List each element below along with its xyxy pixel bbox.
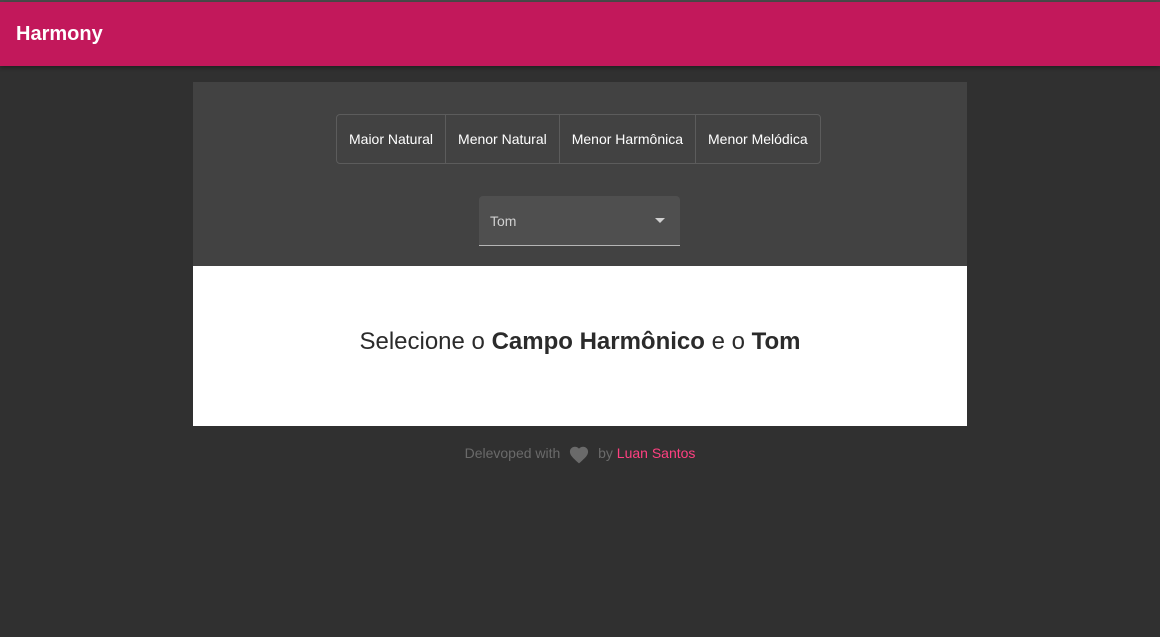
footer-by: by xyxy=(598,445,613,461)
instruction-message: Selecione o Campo Harmônico e o Tom xyxy=(193,326,967,358)
message-prefix: Selecione o xyxy=(359,328,492,355)
result-card: Selecione o Campo Harmônico e o Tom xyxy=(193,266,967,426)
chevron-down-icon xyxy=(655,218,665,223)
heart-icon xyxy=(570,447,589,464)
app-toolbar: Harmony xyxy=(0,2,1160,66)
key-select[interactable]: Tom xyxy=(479,196,680,246)
toggle-menor-harmonica[interactable]: Menor Harmônica xyxy=(558,115,695,163)
footer: Delevoped with by Luan Santos xyxy=(0,443,1160,464)
toggle-menor-natural[interactable]: Menor Natural xyxy=(445,115,559,163)
toggle-menor-melodica[interactable]: Menor Melódica xyxy=(695,115,820,163)
toggle-maior-natural[interactable]: Maior Natural xyxy=(337,115,445,163)
message-key: Tom xyxy=(751,328,801,355)
controls-panel: Maior Natural Menor Natural Menor Harmôn… xyxy=(193,82,967,266)
footer-prefix: Delevoped with xyxy=(464,445,561,461)
author-link[interactable]: Luan Santos xyxy=(617,445,696,461)
key-select-label: Tom xyxy=(490,213,517,229)
message-field: Campo Harmônico xyxy=(491,328,705,355)
scale-toggle-group: Maior Natural Menor Natural Menor Harmôn… xyxy=(336,114,821,164)
message-middle: e o xyxy=(704,328,752,355)
app-title: Harmony xyxy=(16,23,103,45)
